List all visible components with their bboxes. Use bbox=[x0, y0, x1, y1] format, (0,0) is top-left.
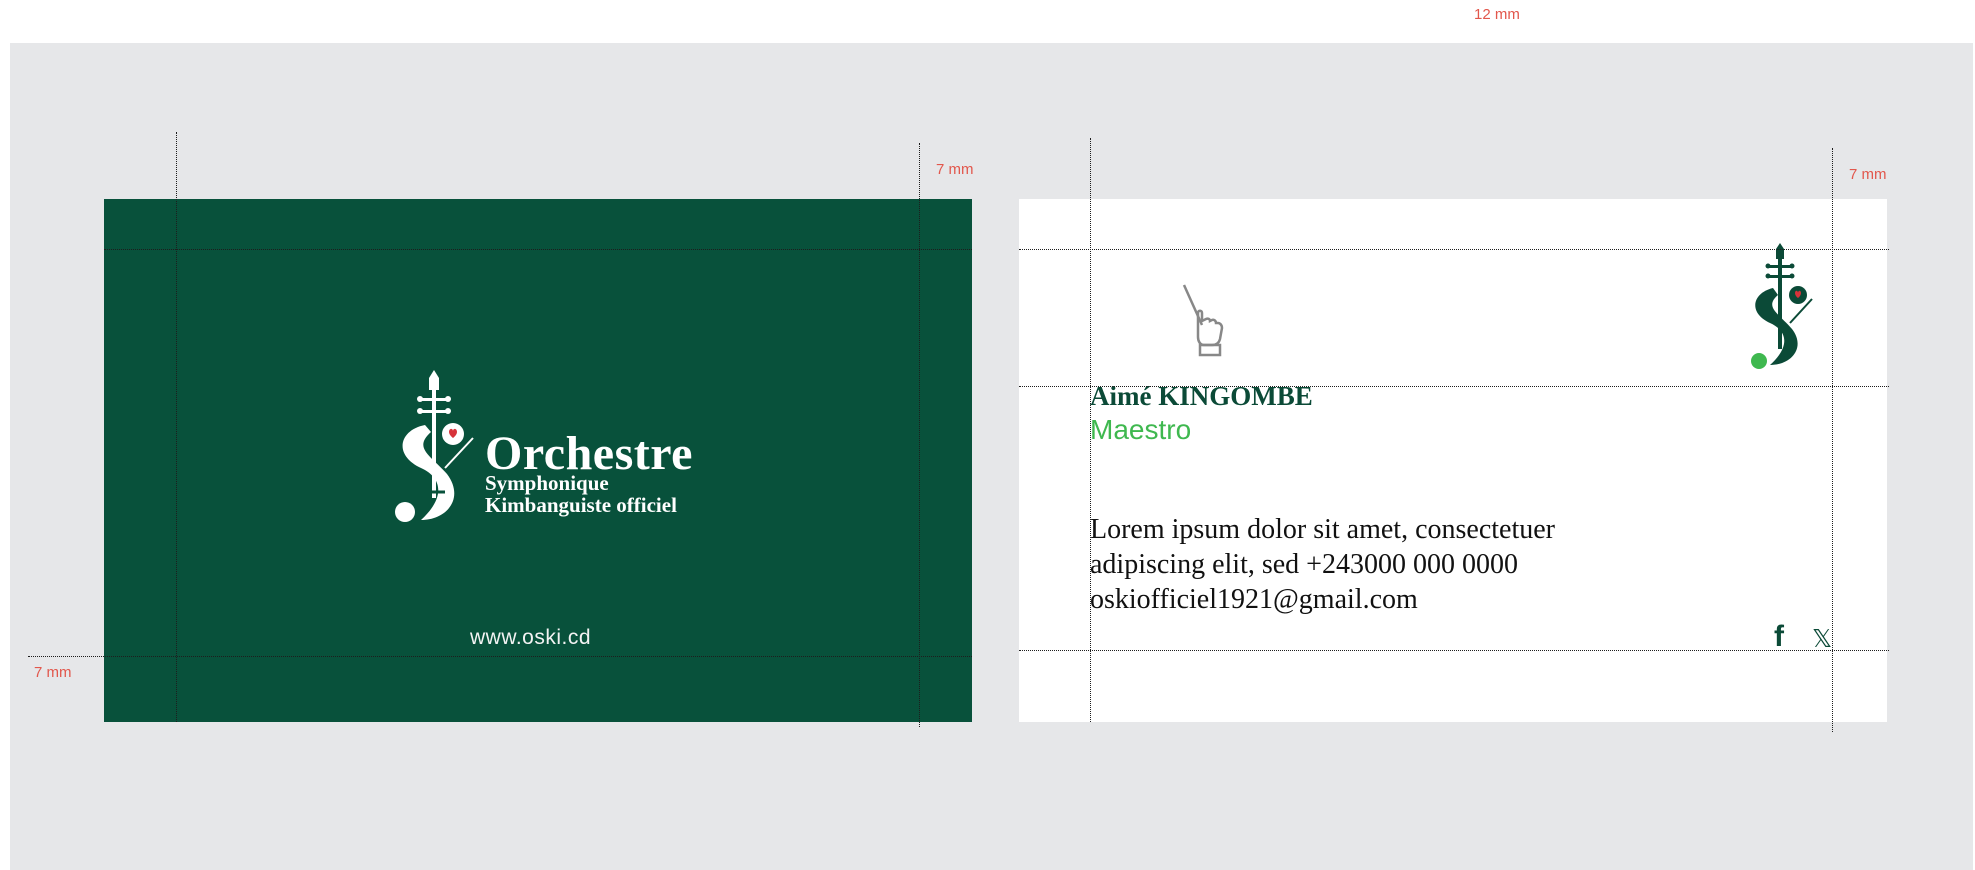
guide-line-vertical bbox=[1090, 138, 1091, 722]
guide-line-horizontal bbox=[104, 249, 972, 250]
guide-line-horizontal bbox=[1019, 249, 1889, 250]
guide-line-vertical bbox=[919, 143, 920, 727]
website-link[interactable]: www.oski.cd bbox=[470, 626, 591, 650]
person-role: Maestro bbox=[1090, 414, 1192, 445]
dimension-label-back-right: 7 mm bbox=[1849, 166, 1887, 183]
dimension-label-front-left: 7 mm bbox=[34, 664, 72, 681]
brand-subtitle-line2: Kimbanguiste officiel bbox=[485, 493, 677, 517]
guide-line-horizontal bbox=[28, 656, 972, 657]
x-icon[interactable]: 𝕏 bbox=[1812, 624, 1832, 653]
conductor-hand-icon bbox=[1182, 284, 1224, 357]
guide-line-vertical bbox=[1832, 148, 1833, 732]
dimension-label-front-right: 7 mm bbox=[936, 161, 974, 178]
contact-text: Lorem ipsum dolor sit amet, consectetuer… bbox=[1090, 512, 1555, 617]
guide-line-horizontal bbox=[1019, 386, 1889, 387]
guide-line-vertical bbox=[176, 132, 177, 722]
dimension-label-top: 12 mm bbox=[1474, 6, 1520, 23]
brand-subtitle-line1: Symphonique bbox=[485, 471, 609, 495]
contact-line-1: Lorem ipsum dolor sit amet, consectetuer bbox=[1090, 514, 1555, 545]
violin-s-logo-icon bbox=[1751, 243, 1813, 369]
contact-phone-line: adipiscing elit, sed +243000 000 0000 bbox=[1090, 549, 1518, 580]
violin-s-logo-icon bbox=[395, 370, 474, 522]
facebook-icon[interactable]: f bbox=[1774, 620, 1784, 654]
contact-email[interactable]: oskiofficiel1921@gmail.com bbox=[1090, 582, 1555, 617]
guide-line-horizontal bbox=[1019, 650, 1889, 651]
